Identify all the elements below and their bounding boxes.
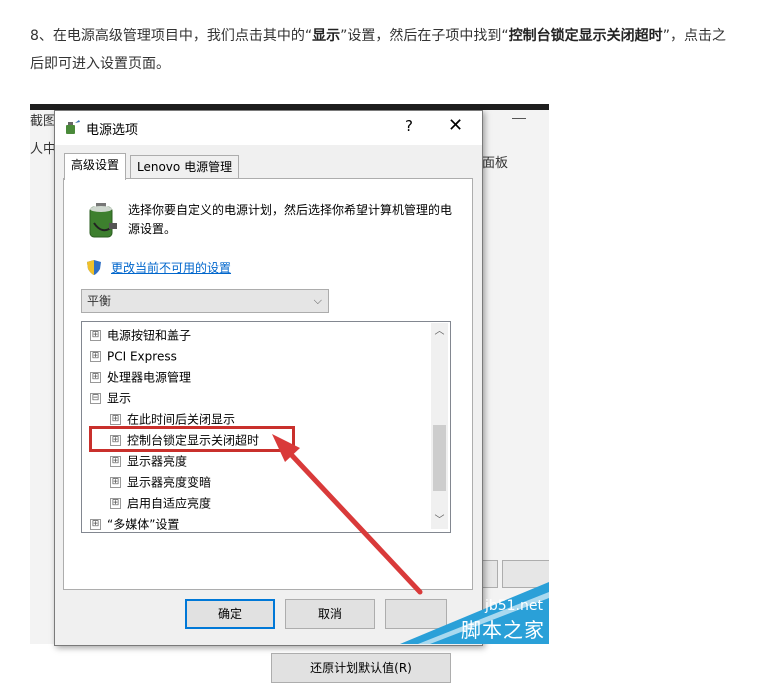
background-fragment-top: 截图 bbox=[30, 114, 57, 129]
expand-icon[interactable]: ⊞ bbox=[110, 435, 121, 446]
tree-item-dimmed-brightness[interactable]: ⊞ 显示器亮度变暗 bbox=[110, 472, 211, 492]
scrollbar-thumb[interactable] bbox=[433, 425, 446, 491]
chevron-down-icon: ⌵ bbox=[313, 294, 322, 307]
battery-plug-icon bbox=[89, 203, 117, 238]
article-text-1: 8、在电源高级管理项目中，我们点击其中的“ bbox=[30, 28, 313, 44]
background-fragment-left: 人中 bbox=[30, 142, 57, 157]
expand-icon[interactable]: ⊞ bbox=[90, 372, 101, 383]
ok-button[interactable]: 确定 bbox=[185, 599, 275, 629]
settings-tree[interactable]: ⊞ 电源按钮和盖子 ⊞ PCI Express ⊞ 处理器电源管理 ⊟ 显示 ⊞ 在此时间… bbox=[81, 321, 451, 533]
collapse-icon[interactable]: ⊟ bbox=[90, 393, 101, 404]
watermark-site: jb51.net bbox=[484, 598, 543, 614]
dialog-titlebar: 电源选项 ? ✕ bbox=[55, 111, 482, 145]
tab-advanced-settings[interactable]: 高级设置 bbox=[64, 153, 127, 180]
help-button[interactable]: ? bbox=[405, 117, 413, 135]
uac-shield-icon bbox=[87, 260, 101, 275]
expand-icon[interactable]: ⊞ bbox=[110, 498, 121, 509]
expand-icon[interactable]: ⊞ bbox=[90, 519, 101, 530]
expand-icon[interactable]: ⊞ bbox=[110, 414, 121, 425]
tree-item-display-brightness[interactable]: ⊞ 显示器亮度 bbox=[110, 451, 187, 471]
expand-icon[interactable]: ⊞ bbox=[90, 351, 101, 362]
tree-item-label: 显示器亮度变暗 bbox=[127, 475, 212, 490]
tree-item-label: 在此时间后关闭显示 bbox=[127, 412, 236, 427]
expand-icon[interactable]: ⊞ bbox=[90, 330, 101, 341]
power-plan-select[interactable]: 平衡 ⌵ bbox=[81, 289, 329, 313]
tree-item-label: 显示 bbox=[107, 391, 132, 406]
tree-item-adaptive-brightness[interactable]: ⊞ 启用自适应亮度 bbox=[110, 493, 211, 513]
article-paragraph: 8、在电源高级管理项目中，我们点击其中的“显示”设置，然后在子项中找到“控制台锁… bbox=[30, 22, 730, 78]
tree-item-label: “多媒体”设置 bbox=[107, 517, 180, 532]
power-options-dialog: 电源选项 ? ✕ 高级设置 Lenovo 电源管理 选择你要自定义的电源计划，然… bbox=[54, 110, 483, 683]
plan-description: 选择你要自定义的电源计划，然后选择你希望计算机管理的电源设置。 bbox=[128, 203, 453, 236]
tree-item-turn-off-display-after[interactable]: ⊞ 在此时间后关闭显示 bbox=[110, 409, 235, 429]
tree-item-label: 启用自适应亮度 bbox=[127, 496, 212, 511]
tree-item-processor-power[interactable]: ⊞ 处理器电源管理 bbox=[90, 367, 191, 387]
tree-item-multimedia[interactable]: ⊞ “多媒体”设置 bbox=[90, 514, 180, 532]
power-plan-value: 平衡 bbox=[87, 294, 112, 308]
tab-lenovo-power[interactable]: Lenovo 电源管理 bbox=[130, 155, 240, 180]
tree-item-display[interactable]: ⊟ 显示 bbox=[90, 388, 131, 408]
article-text-2: ”设置，然后在子项中找到“ bbox=[340, 28, 509, 44]
power-options-icon bbox=[66, 120, 80, 134]
scroll-down-icon[interactable]: ﹀ bbox=[431, 512, 448, 529]
dialog-title: 电源选项 bbox=[86, 123, 139, 138]
tree-item-label: 控制台锁定显示关闭超时 bbox=[127, 433, 260, 448]
background-fragment-right: 面板 bbox=[482, 156, 509, 171]
tree-item-label: PCI Express bbox=[107, 349, 177, 364]
tree-item-power-buttons[interactable]: ⊞ 电源按钮和盖子 bbox=[90, 325, 191, 345]
tree-item-label: 电源按钮和盖子 bbox=[107, 328, 192, 343]
expand-icon[interactable]: ⊞ bbox=[110, 477, 121, 488]
article-bold-console-timeout: 控制台锁定显示关闭超时 bbox=[508, 28, 663, 44]
tree-scrollbar[interactable]: ︿ ﹀ bbox=[431, 323, 448, 529]
watermark: jb51.net 脚本之家 bbox=[400, 582, 549, 644]
expand-icon[interactable]: ⊞ bbox=[110, 456, 121, 467]
background-minimize-icon bbox=[512, 118, 526, 119]
tree-item-console-lock-display-timeout[interactable]: ⊞ 控制台锁定显示关闭超时 bbox=[110, 430, 259, 450]
change-unavailable-settings-link[interactable]: 更改当前不可用的设置 bbox=[111, 259, 231, 276]
tree-item-label: 显示器亮度 bbox=[127, 454, 188, 469]
scroll-up-icon[interactable]: ︿ bbox=[431, 323, 448, 340]
watermark-name: 脚本之家 bbox=[461, 618, 545, 642]
restore-plan-defaults-button[interactable]: 还原计划默认值(R) bbox=[271, 653, 451, 683]
close-button[interactable]: ✕ bbox=[448, 115, 463, 136]
advanced-settings-panel: 选择你要自定义的电源计划，然后选择你希望计算机管理的电源设置。 更改当前不可用的… bbox=[63, 178, 473, 683]
cancel-button[interactable]: 取消 bbox=[285, 599, 375, 629]
tree-item-label: 处理器电源管理 bbox=[107, 370, 192, 385]
tree-item-pci-express[interactable]: ⊞ PCI Express bbox=[90, 346, 177, 366]
article-bold-display: 显示 bbox=[312, 28, 341, 44]
